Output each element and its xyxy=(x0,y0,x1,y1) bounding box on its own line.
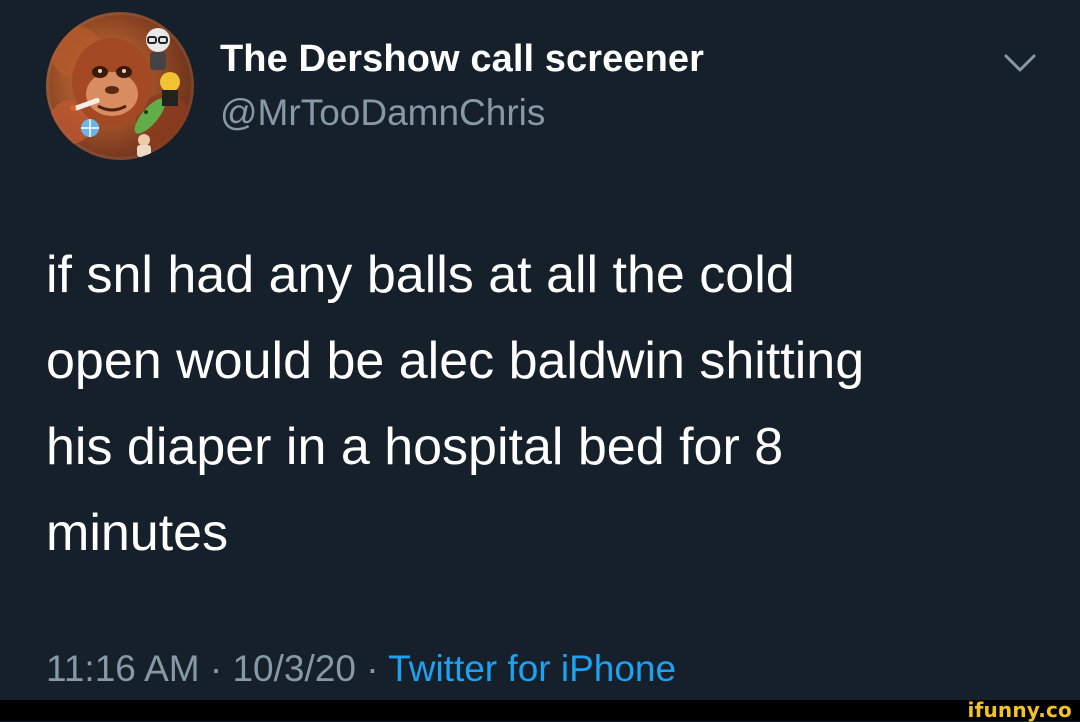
meta-separator: · xyxy=(209,648,223,689)
tweet-text-line: his diaper in a hospital bed for 8 xyxy=(46,418,784,476)
tweet-card: The Dershow call screener @MrTooDamnChri… xyxy=(0,0,1080,700)
avatar-image xyxy=(49,26,192,157)
chevron-down-icon[interactable] xyxy=(1000,48,1040,78)
tweet-text-line: minutes xyxy=(46,504,229,562)
watermark-bar: ifunny.co xyxy=(0,698,1080,722)
tweet-text-line: open would be alec baldwin shitting xyxy=(46,332,865,390)
tweet-metadata: 11:16 AM · 10/3/20 · Twitter for iPhone xyxy=(46,648,676,690)
avatar[interactable] xyxy=(46,12,194,160)
tweet-text: if snl had any balls at all the cold ope… xyxy=(46,232,1036,576)
watermark-logo: ifunny.co xyxy=(967,698,1072,722)
tweet-text-line: if snl had any balls at all the cold xyxy=(46,246,795,304)
user-handle[interactable]: @MrTooDamnChris xyxy=(220,92,545,134)
display-name[interactable]: The Dershow call screener xyxy=(220,38,704,81)
tweet-source-link[interactable]: Twitter for iPhone xyxy=(388,648,676,689)
meta-separator: · xyxy=(366,648,379,689)
tweet-date[interactable]: 10/3/20 xyxy=(232,648,355,689)
tweet-time[interactable]: 11:16 AM xyxy=(46,648,200,689)
